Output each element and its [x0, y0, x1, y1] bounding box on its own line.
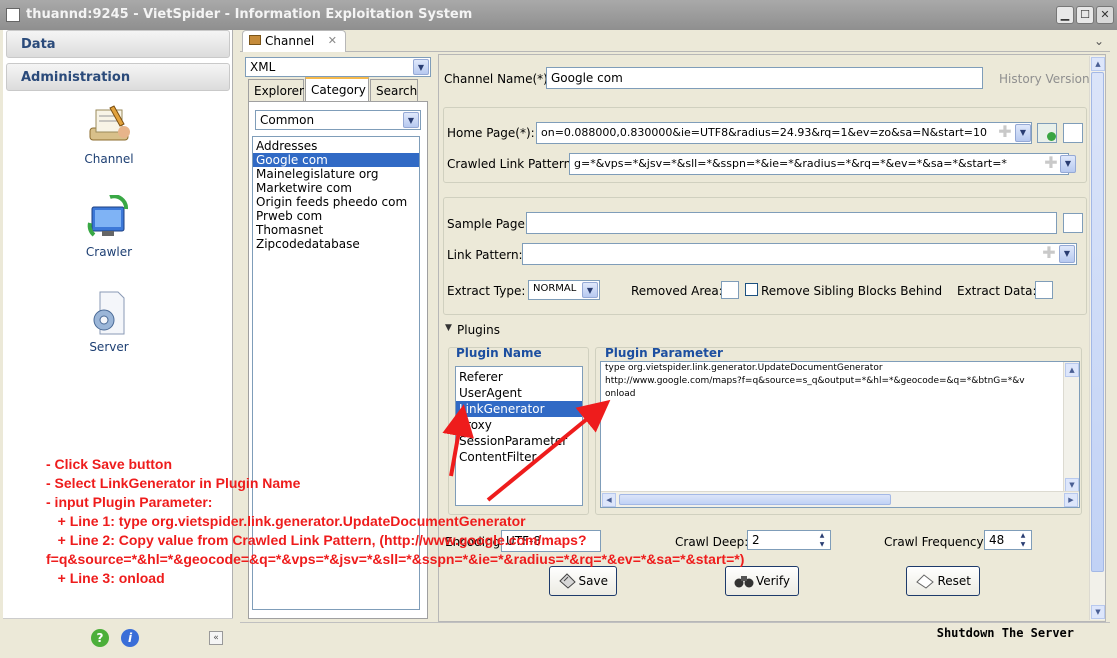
arrow-to-plugin-param: [486, 399, 611, 502]
arrow-to-plugin-name: [442, 404, 474, 477]
annotation-arrows: [442, 399, 611, 502]
